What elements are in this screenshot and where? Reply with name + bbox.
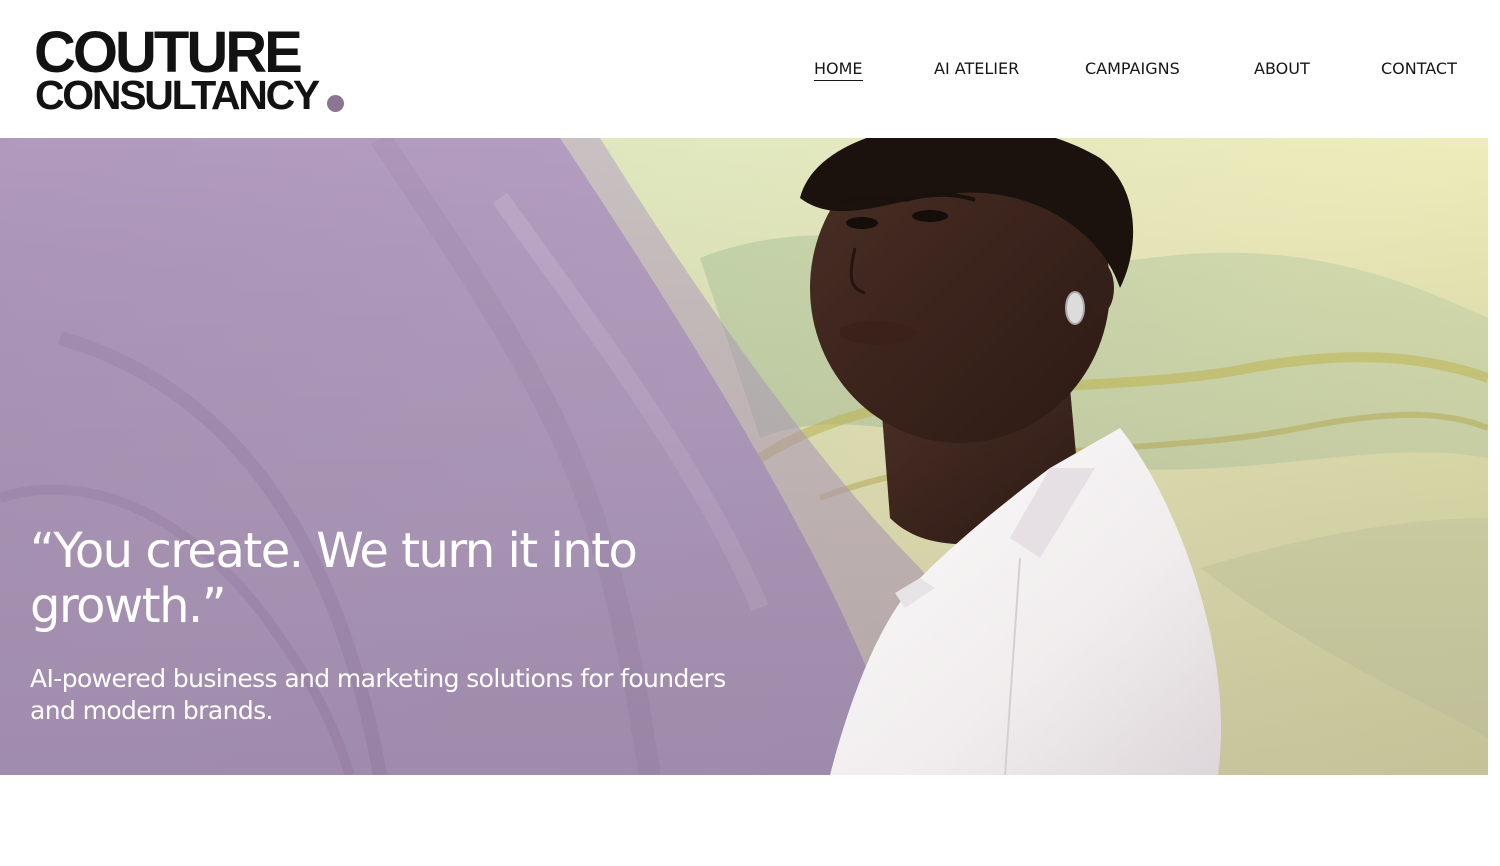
- hero-banner: “You create. We turn it into growth.” AI…: [0, 138, 1488, 775]
- page-edge: [1488, 138, 1500, 775]
- nav-item-campaigns[interactable]: CAMPAIGNS: [1085, 58, 1180, 80]
- nav-item-ai-atelier[interactable]: AI ATELIER: [934, 58, 1019, 80]
- site-header: COUTURE CONSULTANCY HOME AI ATELIER CAMP…: [0, 0, 1500, 138]
- hero-quote: “You create. We turn it into growth.”: [30, 523, 638, 634]
- nav-item-home[interactable]: HOME: [814, 58, 863, 81]
- main-nav: HOME AI ATELIER CAMPAIGNS ABOUT CONTACT: [0, 58, 1500, 84]
- logo-dot-icon: [327, 95, 344, 112]
- hero-subtitle: AI-powered business and marketing soluti…: [30, 664, 726, 725]
- nav-item-contact[interactable]: CONTACT: [1381, 58, 1457, 80]
- nav-item-about[interactable]: ABOUT: [1254, 58, 1310, 80]
